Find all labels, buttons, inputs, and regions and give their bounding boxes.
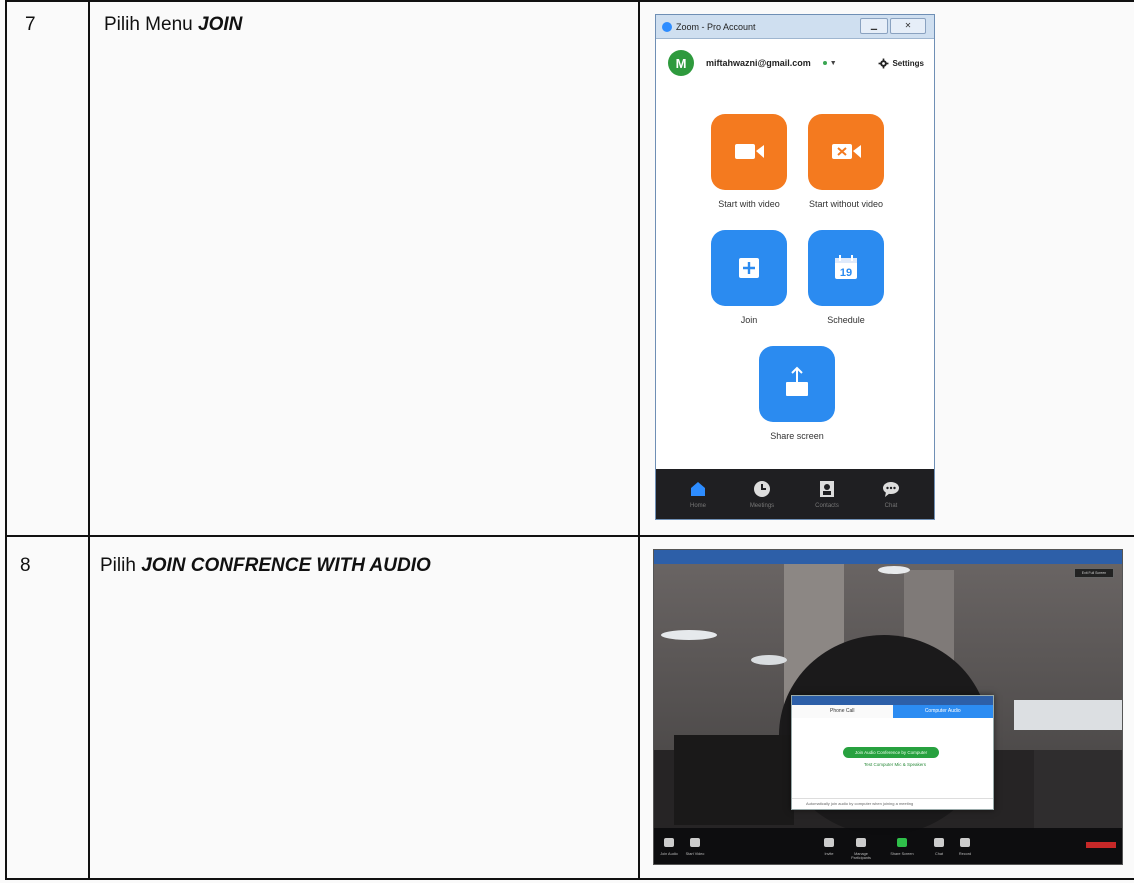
share-upload-icon	[786, 366, 808, 396]
window-titlebar: Zoom - Pro Account ▁ ✕	[656, 15, 934, 39]
join-button[interactable]	[711, 230, 787, 306]
invite-icon[interactable]	[824, 838, 834, 847]
chat-icon[interactable]	[881, 479, 901, 499]
table-border-bottom	[5, 878, 1134, 880]
contacts-icon[interactable]	[817, 479, 837, 499]
gear-icon	[878, 58, 889, 68]
nav-label: Meetings	[749, 503, 775, 509]
tile-label: Join	[740, 315, 758, 325]
nav-label: Home	[689, 503, 706, 509]
avatar[interactable]: M	[668, 50, 694, 76]
video-camera-icon[interactable]	[690, 838, 700, 847]
join-audio-icon[interactable]	[664, 838, 674, 847]
nav-label: Contacts	[815, 503, 839, 509]
zoom-logo-icon	[662, 21, 672, 32]
share-screen-icon[interactable]	[897, 838, 907, 847]
document-page: 7 Pilih Menu JOIN Zoom - Pro Account ▁ ✕…	[0, 0, 1134, 883]
control-label: Manage Participants	[851, 852, 871, 860]
video-off-icon	[832, 144, 861, 159]
table-row-divider	[5, 535, 1134, 537]
minimize-button[interactable]: ▁	[860, 18, 888, 34]
video-camera-icon	[735, 144, 764, 159]
schedule-button[interactable]: 19	[808, 230, 884, 306]
step-emphasis: JOIN CONFRENCE WITH AUDIO	[141, 555, 431, 576]
calendar-day: 19	[840, 267, 852, 279]
chevron-down-icon[interactable]: ▼	[830, 60, 837, 67]
step-text: Pilih Menu	[104, 14, 198, 35]
end-meeting-button[interactable]	[1086, 842, 1116, 848]
join-audio-dialog: Phone Call Computer Audio Join Audio Con…	[791, 695, 994, 810]
tile-label: Start without video	[808, 199, 884, 209]
dialog-titlebar	[792, 696, 993, 705]
close-button[interactable]: ✕	[890, 18, 926, 34]
record-icon[interactable]	[960, 838, 970, 847]
control-label: Record	[958, 852, 972, 856]
home-icon[interactable]	[688, 479, 708, 499]
step-emphasis: JOIN	[198, 14, 243, 35]
settings-button[interactable]: Settings	[878, 58, 924, 69]
control-label: Invite	[824, 852, 834, 856]
participants-icon[interactable]	[856, 838, 866, 847]
nav-label: Chat	[884, 503, 898, 509]
control-label: Share Screen	[890, 852, 914, 856]
tab-phone-call[interactable]: Phone Call	[792, 705, 893, 718]
table-column-divider-2	[638, 0, 640, 880]
chat-icon[interactable]	[934, 838, 944, 847]
calendar-icon: 19	[835, 255, 857, 279]
tile-label: Schedule	[827, 315, 865, 325]
clock-icon[interactable]	[752, 479, 772, 499]
account-email: miftahwazni@gmail.com	[706, 58, 811, 68]
zoom-app-window: Zoom - Pro Account ▁ ✕ M miftahwazni@gma…	[655, 14, 935, 520]
step-instruction: Pilih JOIN CONFRENCE WITH AUDIO	[100, 555, 431, 577]
step-number: 8	[20, 555, 31, 576]
step-instruction: Pilih Menu JOIN	[104, 14, 242, 36]
tile-label: Start with video	[718, 199, 780, 209]
meeting-window-titlebar	[654, 550, 1122, 564]
auto-join-audio-checkbox[interactable]: Automatically join audio by computer whe…	[792, 798, 993, 809]
exit-fullscreen-button[interactable]: Exit Full Screen	[1074, 568, 1114, 578]
start-without-video-button[interactable]	[808, 114, 884, 190]
step-number: 7	[25, 14, 36, 35]
table-border-left	[5, 0, 7, 880]
meeting-controls-bar: Join Audio Start Video Invite Manage Par…	[654, 828, 1122, 864]
table-border-top	[5, 0, 1134, 2]
status-dot-icon[interactable]	[822, 61, 827, 65]
account-header: M miftahwazni@gmail.com ▼ Settings	[668, 49, 924, 77]
settings-label: Settings	[892, 58, 924, 68]
bottom-nav: Home Meetings Contacts Chat	[656, 469, 934, 519]
share-screen-button[interactable]	[759, 346, 835, 422]
window-title: Zoom - Pro Account	[676, 21, 756, 32]
tab-computer-audio[interactable]: Computer Audio	[892, 705, 993, 718]
start-with-video-button[interactable]	[711, 114, 787, 190]
dialog-tabs: Phone Call Computer Audio	[792, 705, 993, 718]
join-audio-by-computer-button[interactable]: Join Audio Conference by Computer	[843, 747, 939, 758]
test-speaker-link[interactable]: Test Computer Mic & Speakers	[855, 762, 935, 767]
meeting-screenshot: Exit Full Screen Phone Call Computer Aud…	[653, 549, 1123, 865]
control-label: Start Video	[685, 852, 705, 856]
plus-icon	[739, 258, 759, 278]
tile-label: Share screen	[770, 431, 824, 441]
table-column-divider-1	[88, 0, 90, 880]
step-text: Pilih	[100, 555, 142, 576]
